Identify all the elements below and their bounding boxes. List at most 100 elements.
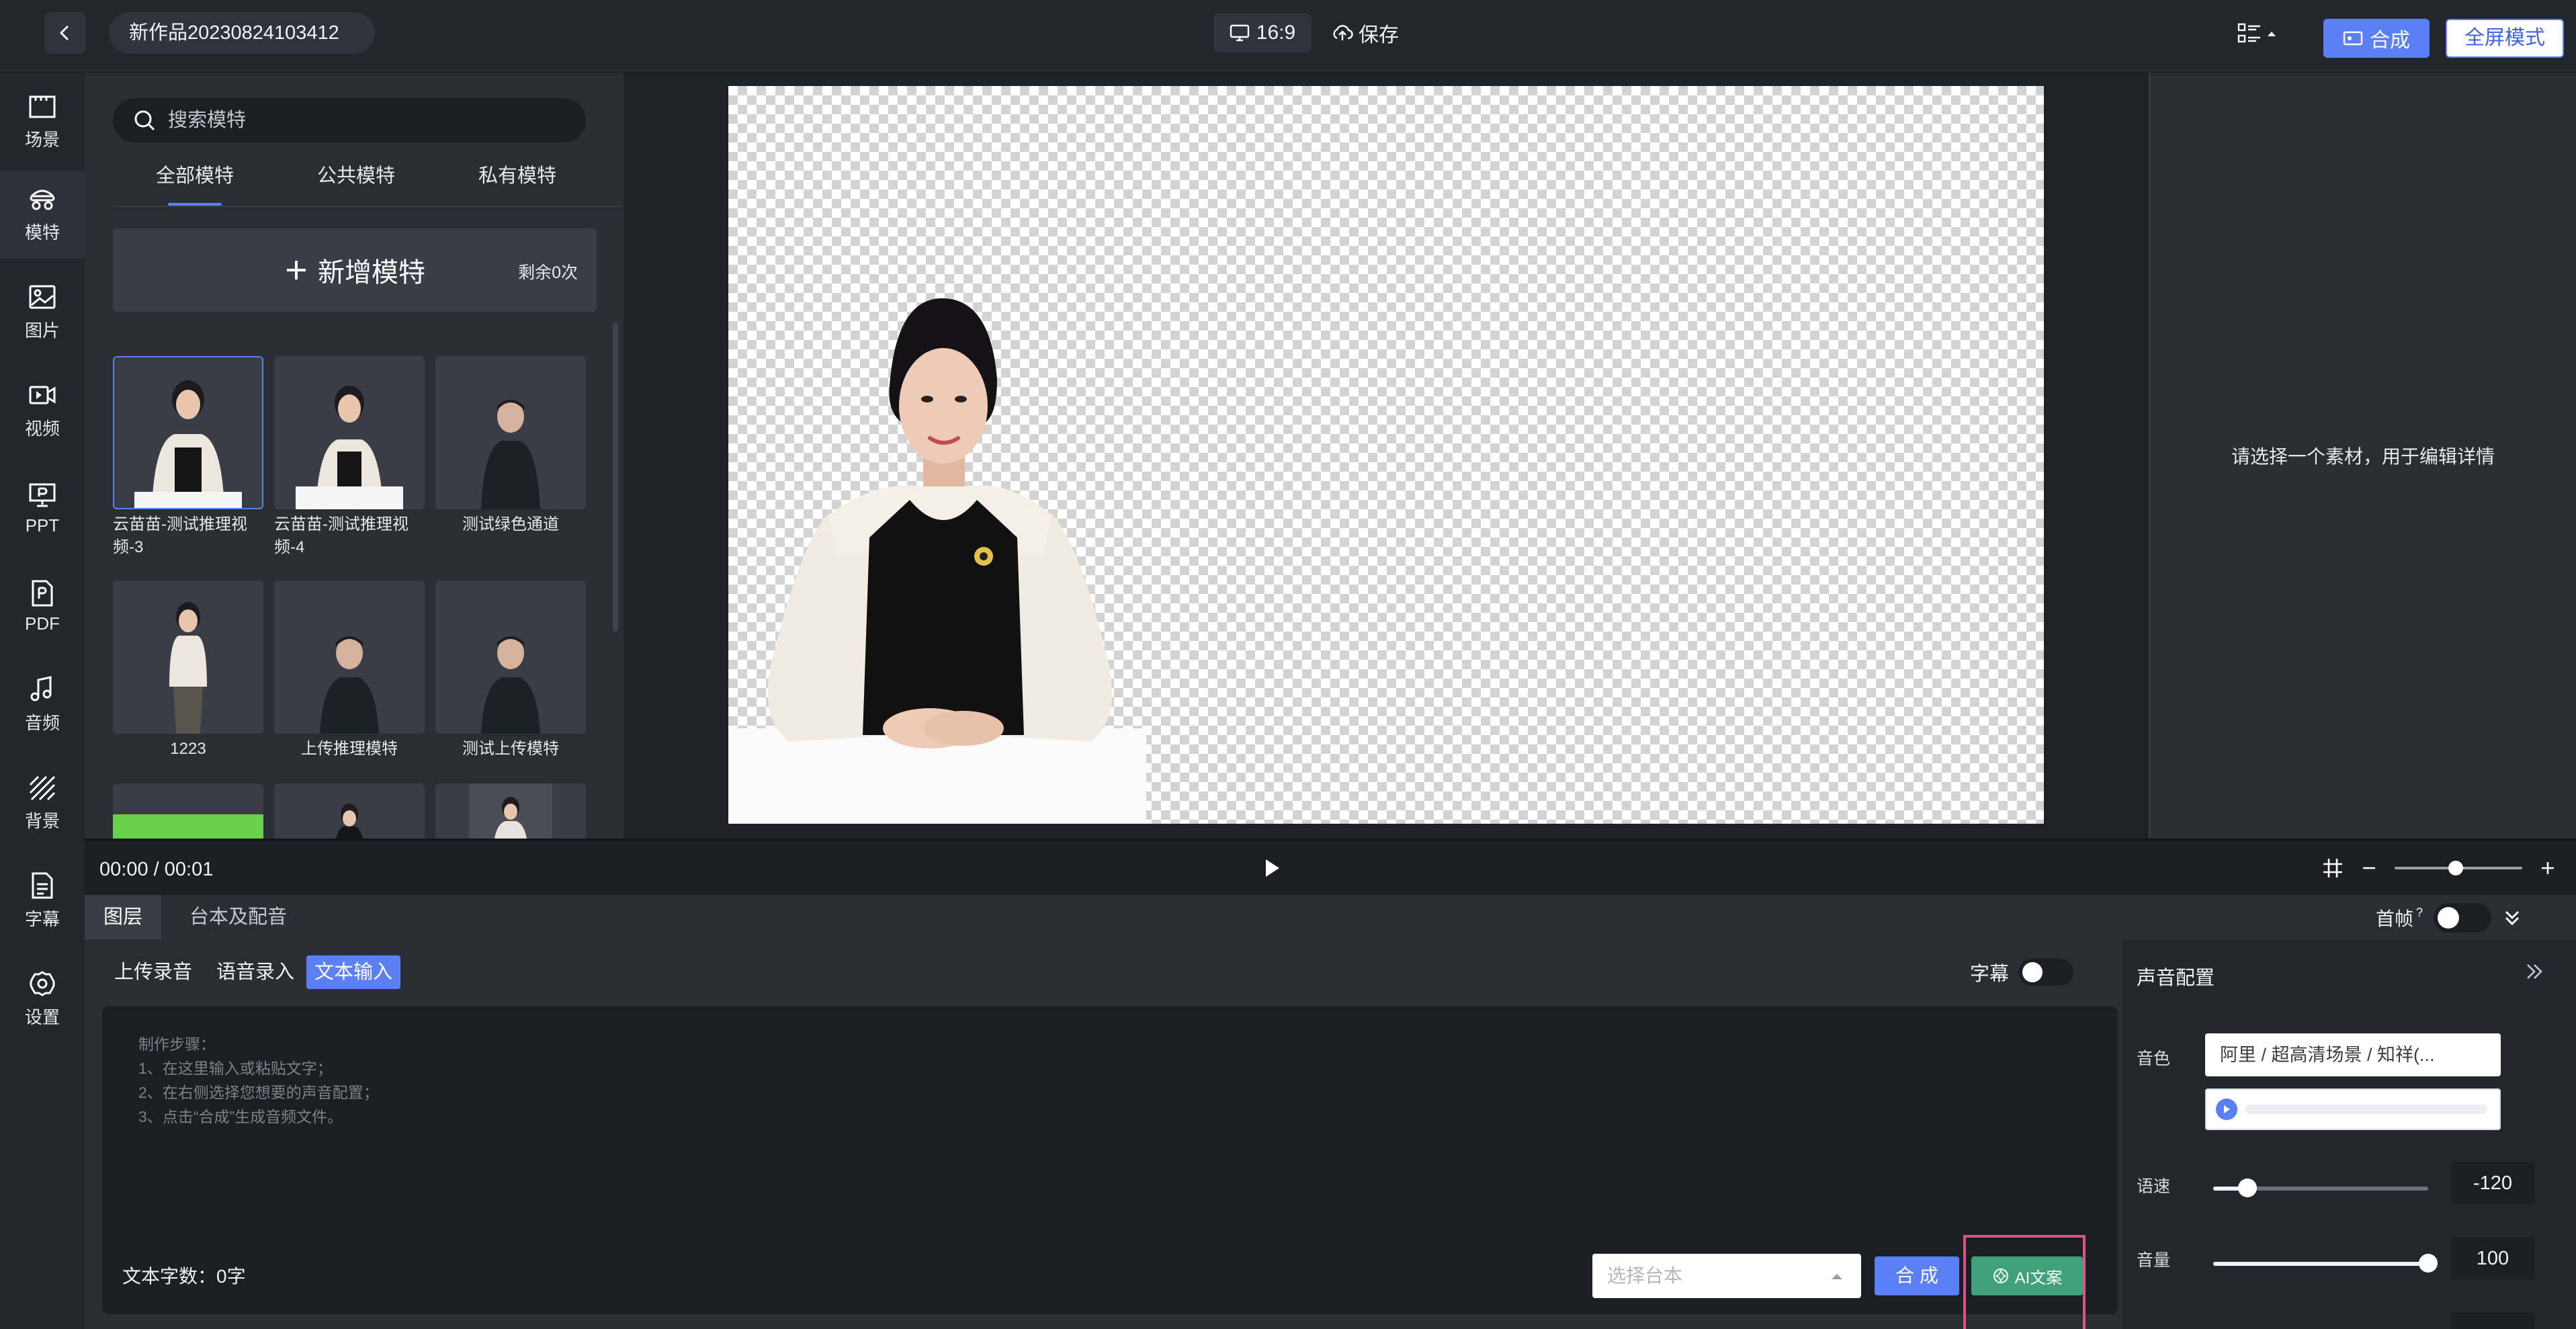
sidebar-item-image[interactable]: 图片 <box>0 269 85 356</box>
model-card[interactable]: 云苗苗-测试推理视频-3 <box>113 356 263 559</box>
step-line: 1、在这里输入或粘贴文字； <box>138 1060 333 1077</box>
model-card[interactable]: 上传推理模特 <box>274 581 425 761</box>
left-rail: 场景 模特 图片 视频 PPT PDF 音频 背景 字幕 设置 <box>0 73 85 1329</box>
remaining-count: 剩余0次 <box>518 263 578 282</box>
sidebar-item-label: 设置 <box>24 1006 60 1027</box>
subtitle-toggle[interactable] <box>2018 959 2074 986</box>
video-icon <box>29 386 56 404</box>
sidebar-item-pdf[interactable]: PDF <box>0 563 85 650</box>
sidebar-item-audio[interactable]: 音频 <box>0 661 85 748</box>
model-thumbnail <box>274 356 425 509</box>
sidebar-item-label: 音频 <box>24 712 60 733</box>
sidebar-item-scene[interactable]: 场景 <box>0 78 85 165</box>
model-card-partial[interactable] <box>113 783 263 839</box>
subtitle-toggle-group: 字幕 <box>1970 958 2074 986</box>
sidebar-item-settings[interactable]: 设置 <box>0 955 85 1043</box>
script-text-area[interactable]: 制作步骤： 1、在这里输入或粘贴文字； 2、在右侧选择您想要的声音配置； 3、点… <box>102 1006 2118 1329</box>
speed-slider-knob[interactable] <box>2238 1178 2258 1197</box>
model-card-partial[interactable] <box>274 783 425 839</box>
tab-script-voice[interactable]: 台本及配音 <box>171 895 306 939</box>
tab-public-models[interactable]: 公共模特 <box>317 160 395 204</box>
zoom-slider[interactable] <box>2395 861 2522 875</box>
sidebar-item-label: 图片 <box>24 320 60 341</box>
double-chevron-down-icon[interactable] <box>2502 908 2522 928</box>
tab-label: 全部模特 <box>156 165 234 187</box>
scene-icon <box>29 95 56 118</box>
volume-slider[interactable] <box>2213 1254 2438 1273</box>
mode-text-input[interactable]: 文本输入 <box>306 955 401 989</box>
stage-area <box>624 73 2149 839</box>
preview-progress[interactable] <box>2245 1105 2487 1114</box>
script-select[interactable]: 选择台本 <box>1592 1254 1861 1298</box>
tab-private-models[interactable]: 私有模特 <box>478 160 556 204</box>
music-icon <box>30 675 52 701</box>
script-editor-panel: 上传录音 语音录入 文本输入 字幕 制作步骤： 1、在这里输入或粘贴文字； 2、… <box>85 939 2122 1329</box>
synthesize-button[interactable]: 合 成 <box>1875 1256 1959 1295</box>
volume-value[interactable]: 100 <box>2451 1238 2534 1279</box>
zoom-out-icon[interactable] <box>2361 860 2377 876</box>
play-icon[interactable] <box>1259 856 1283 880</box>
model-search[interactable] <box>113 98 586 142</box>
model-card[interactable]: 测试上传模特 <box>435 581 586 761</box>
first-frame-toggle[interactable] <box>2434 903 2492 933</box>
subtitle-icon <box>32 872 53 898</box>
tab-layers[interactable]: 图层 <box>85 895 162 939</box>
zoom-slider-knob[interactable] <box>2448 861 2463 875</box>
preview-canvas[interactable] <box>728 86 2044 824</box>
volume-slider-knob[interactable] <box>2419 1254 2438 1273</box>
step-line: 2、在右侧选择您想要的声音配置； <box>138 1084 379 1101</box>
voice-config-title: 声音配置 <box>2137 968 2215 989</box>
voice-preview-player[interactable] <box>2205 1088 2501 1130</box>
panel-scrollbar[interactable] <box>613 323 618 632</box>
timbre-select[interactable]: 阿里 / 超高清场景 / 知祥(... <box>2205 1033 2501 1076</box>
layout-menu-button[interactable] <box>2237 16 2291 51</box>
model-card-partial[interactable] <box>435 783 586 839</box>
model-card[interactable]: 云苗苗-测试推理视频-4 <box>274 356 425 559</box>
model-tabs: 全部模特 公共模特 私有模特 <box>113 156 681 207</box>
sidebar-item-background[interactable]: 背景 <box>0 759 85 847</box>
double-chevron-right-icon[interactable] <box>2522 959 2546 984</box>
sidebar-item-label: 视频 <box>24 418 60 439</box>
mode-voice-input[interactable]: 语音录入 <box>208 955 302 989</box>
add-model-button[interactable]: 新增模特 剩余0次 <box>113 228 597 312</box>
model-icon <box>30 189 55 210</box>
zoom-in-icon[interactable] <box>2540 860 2556 876</box>
model-thumbnail <box>435 356 586 509</box>
speed-slider[interactable] <box>2213 1178 2428 1197</box>
caret-up-icon <box>1832 1274 1842 1279</box>
sidebar-item-ppt[interactable]: PPT <box>0 465 85 552</box>
play-icon[interactable] <box>2216 1099 2237 1120</box>
save-label: 保存 <box>1359 24 1399 46</box>
model-name: 云苗苗-测试推理视频-4 <box>274 515 409 556</box>
model-name: 测试绿色通道 <box>462 515 559 533</box>
project-name[interactable]: 新作品20230824103412 <box>109 12 375 54</box>
top-bar: 新作品20230824103412 16:9 保存 合成 全屏模式 <box>0 0 2576 71</box>
sidebar-item-model[interactable]: 模特 <box>0 171 85 258</box>
search-input[interactable] <box>168 109 544 132</box>
list-layout-icon <box>2237 23 2260 43</box>
image-icon <box>29 285 56 308</box>
model-card[interactable]: 测试绿色通道 <box>435 356 586 536</box>
grid-icon[interactable] <box>2322 857 2344 879</box>
compose-button[interactable]: 合成 <box>2323 19 2430 58</box>
aspect-ratio-button[interactable]: 16:9 <box>1213 13 1312 52</box>
sidebar-item-video[interactable]: 视频 <box>0 367 85 454</box>
next-value-partial[interactable] <box>2451 1313 2534 1329</box>
ai-copywriting-button[interactable]: AI文案 <box>1971 1256 2083 1295</box>
sidebar-item-subtitle[interactable]: 字幕 <box>0 857 85 945</box>
tab-all-models[interactable]: 全部模特 <box>156 160 234 206</box>
video-render-icon <box>2343 31 2363 46</box>
presenter-model-image[interactable] <box>728 298 1146 824</box>
timbre-value: 阿里 / 超高清场景 / 知祥(... <box>2220 1045 2435 1065</box>
fullscreen-button[interactable]: 全屏模式 <box>2446 19 2564 58</box>
tab-label: 私有模特 <box>478 165 557 187</box>
sidebar-item-label: 模特 <box>24 222 60 243</box>
timbre-label: 音色 <box>2137 1049 2171 1068</box>
save-button[interactable]: 保存 <box>1332 13 1406 52</box>
back-button[interactable] <box>44 12 86 54</box>
help-icon[interactable]: ? <box>2416 906 2423 920</box>
mode-upload-recording[interactable]: 上传录音 <box>106 955 200 989</box>
speed-value[interactable]: -120 <box>2451 1162 2534 1204</box>
char-count: 文本字数：0字 <box>122 1266 246 1287</box>
model-card[interactable]: 1223 <box>113 581 263 761</box>
